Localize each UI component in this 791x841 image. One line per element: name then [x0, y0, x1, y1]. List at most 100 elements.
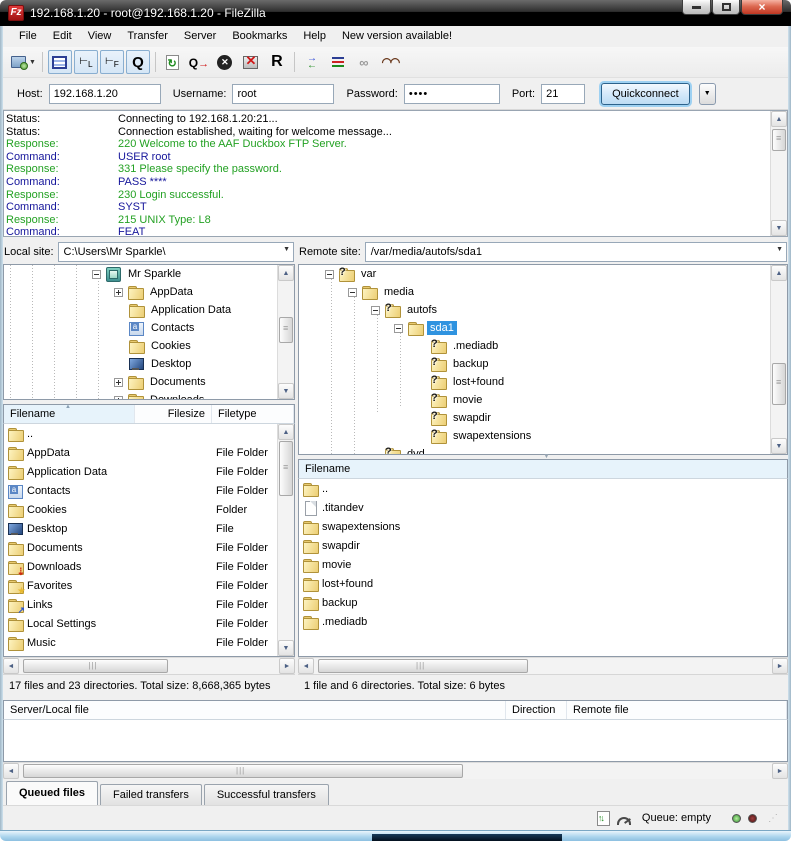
tree-item[interactable]: sda1 — [299, 319, 787, 337]
file-row[interactable]: movie — [299, 555, 787, 574]
menu-bookmarks[interactable]: Bookmarks — [224, 26, 295, 47]
disconnect-button[interactable]: ✕ — [239, 50, 263, 74]
local-horizontal-scrollbar[interactable]: ◄ ► — [3, 657, 295, 674]
password-input[interactable]: •••• — [404, 84, 500, 104]
column-header-filesize[interactable]: Filesize — [135, 405, 212, 423]
collapse-icon[interactable] — [394, 324, 403, 333]
collapse-icon[interactable] — [92, 270, 101, 279]
quickconnect-button[interactable]: Quickconnect — [601, 83, 690, 105]
file-row[interactable]: swapextensions — [299, 517, 787, 536]
remote-site-combobox[interactable]: /var/media/autofs/sda1▼ — [365, 242, 787, 262]
menu-server[interactable]: Server — [176, 26, 224, 47]
scroll-left-icon[interactable]: ◄ — [298, 658, 314, 674]
scroll-left-icon[interactable]: ◄ — [3, 658, 19, 674]
scrollbar-thumb[interactable] — [279, 441, 293, 496]
log-scrollbar[interactable]: ▲ ▼ — [770, 111, 787, 236]
file-row[interactable]: Local SettingsFile Folder — [4, 614, 294, 633]
local-file-list[interactable]: .. AppDataFile Folder Application DataFi… — [3, 424, 295, 657]
toggle-message-log-button[interactable] — [48, 50, 72, 74]
tree-item[interactable]: Desktop — [4, 355, 294, 373]
tree-item[interactable]: Cookies — [4, 337, 294, 355]
titlebar[interactable]: Fz 192.168.1.20 - root@192.168.1.20 - Fi… — [0, 0, 791, 26]
queue-list[interactable] — [3, 720, 788, 762]
synchronized-browsing-button[interactable]: ∞ — [352, 50, 376, 74]
column-header-filename[interactable]: Filename — [299, 460, 787, 478]
menu-edit[interactable]: Edit — [45, 26, 80, 47]
collapse-icon[interactable] — [371, 306, 380, 315]
maximize-button[interactable] — [712, 0, 740, 15]
refresh-button[interactable]: ↻ — [161, 50, 185, 74]
scroll-down-icon[interactable]: ▼ — [278, 640, 294, 656]
tree-item[interactable]: Documents — [4, 373, 294, 391]
tree-item[interactable]: ?autofs — [299, 301, 787, 319]
directory-comparison-button[interactable]: →← — [300, 50, 324, 74]
file-row[interactable]: DesktopFile — [4, 519, 294, 538]
file-row[interactable]: ↗LinksFile Folder — [4, 595, 294, 614]
collapse-icon[interactable] — [348, 288, 357, 297]
tree-item[interactable]: ?.mediadb — [299, 337, 787, 355]
menu-view[interactable]: View — [80, 26, 120, 47]
file-row[interactable]: ★FavoritesFile Folder — [4, 576, 294, 595]
tree-item[interactable]: ?swapdir — [299, 409, 787, 427]
tree-item[interactable]: media — [299, 283, 787, 301]
file-row[interactable]: ContactsFile Folder — [4, 481, 294, 500]
port-input[interactable]: 21 — [541, 84, 585, 104]
menu-file[interactable]: File — [11, 26, 45, 47]
queue-horizontal-scrollbar[interactable]: ◄ ► — [3, 762, 788, 779]
site-manager-button[interactable]: ▼ — [10, 50, 37, 74]
tree-item[interactable]: ?movie — [299, 391, 787, 409]
column-header-remote-file[interactable]: Remote file — [567, 701, 787, 719]
tree-item[interactable]: ?backup — [299, 355, 787, 373]
reconnect-button[interactable]: R — [265, 50, 289, 74]
local-directory-tree[interactable]: Mr Sparkle AppData Application Data Cont… — [3, 264, 295, 400]
expand-icon[interactable] — [114, 378, 123, 387]
tab-queued-files[interactable]: Queued files — [6, 781, 98, 805]
toggle-queue-button[interactable]: Q — [126, 50, 150, 74]
collapse-icon[interactable] — [325, 270, 334, 279]
tree-item[interactable]: AppData — [4, 283, 294, 301]
username-input[interactable]: root — [232, 84, 334, 104]
tree-item[interactable]: ?dvd — [299, 445, 787, 455]
file-row[interactable]: CookiesFolder — [4, 500, 294, 519]
expand-icon[interactable] — [114, 288, 123, 297]
file-row[interactable]: .titandev — [299, 498, 787, 517]
file-row[interactable]: Application DataFile Folder — [4, 462, 294, 481]
directory-listing-button[interactable] — [326, 50, 350, 74]
scrollbar-thumb[interactable] — [23, 659, 168, 673]
file-row[interactable]: lost+found — [299, 574, 787, 593]
scroll-up-icon[interactable]: ▲ — [771, 111, 787, 127]
scroll-right-icon[interactable]: ► — [772, 658, 788, 674]
scrollbar-thumb[interactable] — [772, 129, 786, 151]
file-row[interactable]: .. — [4, 424, 294, 443]
message-log[interactable]: Status:Connecting to 192.168.1.20:21... … — [3, 110, 788, 237]
menu-help[interactable]: Help — [295, 26, 334, 47]
file-row[interactable]: AppDataFile Folder — [4, 443, 294, 462]
find-files-button[interactable]: ◠◠ — [378, 50, 402, 74]
tree-item[interactable]: Mr Sparkle — [4, 265, 294, 283]
tree-item[interactable]: ?lost+found — [299, 373, 787, 391]
scrollbar-thumb[interactable] — [23, 764, 463, 778]
menu-new-version[interactable]: New version available! — [334, 26, 460, 47]
scrollbar-thumb[interactable] — [318, 659, 528, 673]
file-row[interactable]: swapdir — [299, 536, 787, 555]
menu-transfer[interactable]: Transfer — [119, 26, 176, 47]
column-header-server-local-file[interactable]: Server/Local file — [4, 701, 506, 719]
tree-item[interactable]: Application Data — [4, 301, 294, 319]
scroll-right-icon[interactable]: ► — [279, 658, 295, 674]
scroll-down-icon[interactable]: ▼ — [771, 220, 787, 236]
column-header-direction[interactable]: Direction — [506, 701, 567, 719]
toggle-local-tree-button[interactable]: ⊢L — [74, 50, 98, 74]
local-site-combobox[interactable]: C:\Users\Mr Sparkle\▼ — [58, 242, 294, 262]
file-row[interactable]: DocumentsFile Folder — [4, 538, 294, 557]
close-button[interactable]: × — [741, 0, 783, 15]
tab-successful-transfers[interactable]: Successful transfers — [204, 784, 329, 805]
file-row[interactable]: backup — [299, 593, 787, 612]
tree-item[interactable]: ?swapextensions — [299, 427, 787, 445]
column-header-filename[interactable]: ▲Filename — [4, 405, 135, 423]
tree-item[interactable]: Contacts — [4, 319, 294, 337]
file-row[interactable]: .. — [299, 479, 787, 498]
remote-directory-tree[interactable]: ?var media ?autofs sda1 ?.mediadb ?backu… — [298, 264, 788, 455]
local-list-scrollbar[interactable]: ▲ ▼ — [277, 424, 294, 656]
host-input[interactable]: 192.168.1.20 — [49, 84, 161, 104]
remote-horizontal-scrollbar[interactable]: ◄ ► — [298, 657, 788, 674]
